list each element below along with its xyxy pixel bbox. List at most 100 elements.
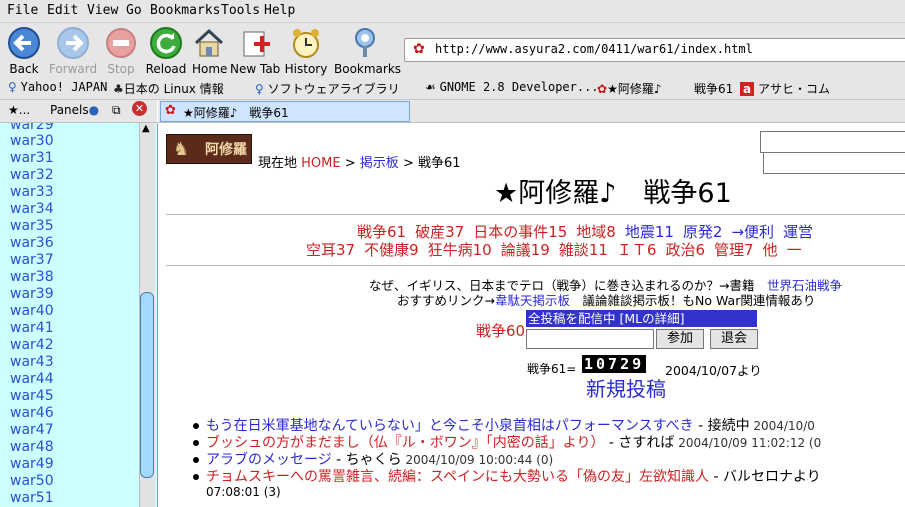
nav-link[interactable]: 論議19 (501, 241, 550, 259)
tab-title: ★阿修羅♪ 戦争61 (183, 106, 289, 120)
sidebar-close-icon[interactable]: ✕ (132, 101, 147, 116)
bookmarks-icon (355, 28, 375, 57)
sidebar-item-war44[interactable]: war44 (10, 371, 54, 387)
post-title-link[interactable]: チョムスキーへの罵詈雑言、続編：スペインにも大勢いる「偽の友」左欲知識人 (206, 469, 709, 485)
board-nav-row-2: 空耳37 不健康9 狂牛病10 論議19 雑談11 ＩＴ6 政治6 管理7 他一 (306, 239, 802, 260)
sidebar-item-war49[interactable]: war49 (10, 456, 54, 472)
sidebar-item-war41[interactable]: war41 (10, 320, 54, 336)
nav-link[interactable]: 他 (763, 241, 778, 259)
sidebar-item-war46[interactable]: war46 (10, 405, 54, 421)
sidebar-item-war29[interactable]: war29 (10, 123, 54, 133)
bullet (193, 440, 199, 446)
forward-arrow-icon (57, 27, 89, 59)
sidebar-panel: war29 war30 war31 war32 war33 war34 war3… (0, 123, 158, 507)
join-button[interactable]: 参加 (656, 329, 704, 349)
bookmarks-toolbar: ♀ Yahoo! JAPAN ♣日本の Linux 情報 ♀ ソフトウェアライブ… (0, 77, 905, 100)
menu-tools[interactable]: Tools (221, 3, 260, 18)
asahi-icon: a (740, 82, 755, 96)
sidebar-item-war37[interactable]: war37 (10, 252, 54, 268)
back-button[interactable]: Back (2, 26, 46, 76)
breadcrumb-board[interactable]: 掲示板 (360, 156, 399, 171)
site-logo[interactable]: ♞ 阿修羅 (166, 134, 252, 164)
breadcrumb-home[interactable]: HOME (301, 156, 340, 171)
notice-idaten-link[interactable]: 韋駄天掲示板 (495, 293, 570, 308)
sidebar-item-war50[interactable]: war50 (10, 473, 54, 489)
site-favicon-icon: ✿ (413, 41, 425, 57)
sidebar-item-war40[interactable]: war40 (10, 303, 54, 319)
notice-line-2: おすすめリンク→韋駄天掲示板 議論雑談掲示板！もNo War関連情報あり (397, 293, 816, 308)
sidebar-item-war42[interactable]: war42 (10, 337, 54, 353)
nav-link[interactable]: 管理7 (714, 241, 754, 259)
access-counter: 10729 (582, 355, 647, 373)
sidebar-item-war33[interactable]: war33 (10, 184, 54, 200)
nav-link[interactable]: 政治6 (665, 241, 705, 259)
stop-icon (106, 28, 136, 58)
menu-bookmarks[interactable]: Bookmarks (150, 3, 220, 18)
counter-since: 2004/10/07より (665, 363, 762, 378)
sidebar-item-war32[interactable]: war32 (10, 167, 54, 183)
sidebar-detach-icon[interactable]: ⧉ (112, 103, 121, 118)
url-bar[interactable]: ✿ http://www.asyura2.com/0411/war61/inde… (404, 38, 905, 62)
prev-board-link[interactable]: 戦争60 (476, 320, 525, 341)
menu-file[interactable]: File (7, 3, 38, 18)
bookmark-yahoo-japan[interactable]: ♀ Yahoo! JAPAN (8, 80, 107, 94)
leave-button[interactable]: 退会 (710, 329, 758, 349)
sidebar-item-war45[interactable]: war45 (10, 388, 54, 404)
forward-button[interactable]: Forward (48, 26, 98, 76)
nav-link[interactable]: 不健康9 (364, 241, 419, 259)
sidebar-item-war35[interactable]: war35 (10, 218, 54, 234)
divider (166, 265, 905, 266)
new-tab-icon (243, 31, 270, 57)
home-button[interactable]: Home (192, 26, 227, 76)
sidebar-item-war31[interactable]: war31 (10, 150, 54, 166)
url-text[interactable]: http://www.asyura2.com/0411/war61/index.… (435, 42, 753, 56)
post-item: チョムスキーへの罵詈雑言、続編：スペインにも大勢いる「偽の友」左欲知識人 - バ… (206, 469, 821, 485)
panels-menu[interactable]: Panels● (50, 103, 99, 117)
tab-asyura-war61[interactable]: ✿ ★阿修羅♪ 戦争61 (160, 101, 410, 122)
search-field-1[interactable] (760, 131, 905, 153)
bookmark-asyura[interactable]: ✿★阿修羅♪ (597, 80, 661, 97)
bullet (193, 457, 199, 463)
new-tab-button[interactable]: New Tab (230, 26, 280, 76)
history-button[interactable]: History (283, 26, 329, 76)
search-field-2[interactable] (763, 152, 905, 174)
divider (166, 214, 905, 215)
menu-go[interactable]: Go (126, 3, 142, 18)
stop-button[interactable]: Stop (102, 26, 140, 76)
menu-view[interactable]: View (87, 3, 118, 18)
tux-icon: ♣ (113, 82, 124, 96)
sidebar-item-war47[interactable]: war47 (10, 422, 54, 438)
sidebar-item-war43[interactable]: war43 (10, 354, 54, 370)
panels-dropdown-icon: ● (88, 103, 100, 117)
reload-button[interactable]: Reload (144, 26, 188, 76)
nav-link[interactable]: ＩＴ6 (617, 241, 657, 259)
nav-link[interactable]: 狂牛病10 (428, 241, 492, 259)
nav-link[interactable]: 空耳37 (306, 241, 355, 259)
bookmark-asahi[interactable]: a アサヒ・コム (740, 80, 830, 97)
sidebar-item-war48[interactable]: war48 (10, 439, 54, 455)
home-icon (194, 28, 224, 57)
menu-edit[interactable]: Edit (47, 3, 78, 18)
nav-link[interactable]: 雑談11 (559, 241, 608, 259)
bookmark-software-library[interactable]: ♀ ソフトウェアライブラリ (255, 80, 400, 97)
sidebar-item-war38[interactable]: war38 (10, 269, 54, 285)
bookmark-gnome-developer[interactable]: ☙ GNOME 2.8 Developer... (425, 80, 599, 94)
sidebar-item-war36[interactable]: war36 (10, 235, 54, 251)
bookmarks-button[interactable]: Bookmarks (334, 26, 401, 76)
scroll-up-arrow-icon[interactable]: ▲ (142, 123, 150, 134)
reload-icon (150, 27, 182, 59)
sidebar-item-war39[interactable]: war39 (10, 286, 54, 302)
bookmark-war61[interactable]: 戦争61 (694, 80, 733, 97)
bullet (193, 474, 199, 480)
sidebar-scroll-thumb[interactable] (140, 292, 154, 478)
sidebar-item-war34[interactable]: war34 (10, 201, 54, 217)
ml-banner[interactable]: 全投稿を配信中 [MLの詳細] (526, 310, 757, 327)
menu-help[interactable]: Help (264, 3, 295, 18)
site-favicon-icon: ✿ (597, 82, 608, 96)
sidebar-item-war51[interactable]: war51 (10, 490, 54, 506)
new-post-link[interactable]: 新規投稿 (586, 373, 666, 402)
nav-link[interactable]: 一 (787, 241, 802, 259)
bookmark-linux-info[interactable]: ♣日本の Linux 情報 (113, 80, 224, 97)
sidebar-item-war30[interactable]: war30 (10, 133, 54, 149)
ml-email-input[interactable] (526, 329, 654, 349)
